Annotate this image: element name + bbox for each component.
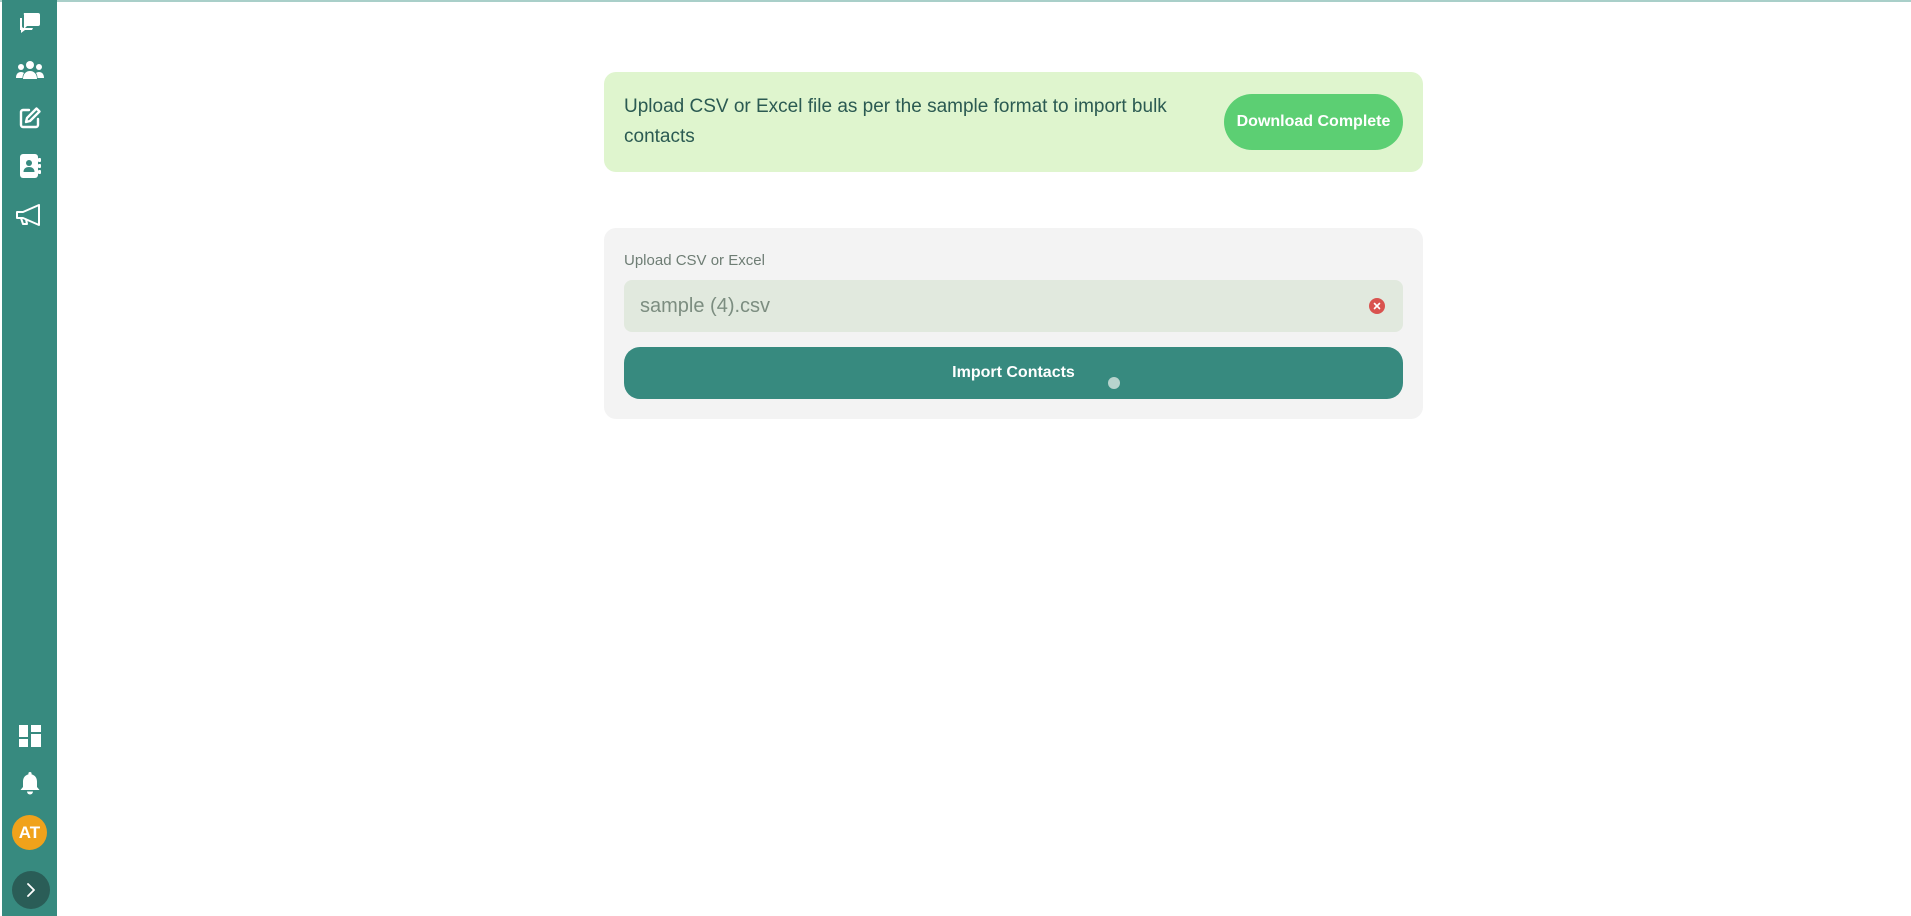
chat-icon[interactable] — [2, 7, 57, 37]
avatar-initials: AT — [18, 822, 41, 842]
bell-icon[interactable] — [2, 768, 57, 798]
sidebar: AT — [2, 0, 57, 916]
edit-icon[interactable] — [2, 103, 57, 133]
expand-sidebar-button[interactable] — [12, 871, 50, 909]
upload-card: Upload CSV or Excel sample (4).csv Impor… — [604, 228, 1423, 419]
import-info-banner: Upload CSV or Excel file as per the samp… — [604, 72, 1423, 172]
users-group-icon[interactable] — [2, 55, 57, 85]
contacts-book-icon[interactable] — [2, 151, 57, 181]
top-border — [0, 0, 1911, 2]
file-name: sample (4).csv — [640, 294, 771, 317]
megaphone-icon[interactable] — [2, 200, 57, 230]
dashboard-icon[interactable] — [2, 721, 57, 751]
chevron-right-icon — [27, 883, 35, 897]
import-contacts-button[interactable]: Import Contacts — [624, 347, 1403, 399]
banner-text: Upload CSV or Excel file as per the samp… — [624, 96, 1167, 147]
close-circle-icon[interactable] — [1369, 298, 1385, 314]
upload-label: Upload CSV or Excel — [624, 252, 765, 269]
import-contacts-label: Import Contacts — [952, 364, 1075, 381]
loading-indicator — [1108, 377, 1120, 389]
avatar[interactable]: AT — [12, 815, 47, 850]
file-input[interactable]: sample (4).csv — [624, 280, 1403, 332]
download-complete-button[interactable]: Download Complete — [1224, 94, 1403, 150]
